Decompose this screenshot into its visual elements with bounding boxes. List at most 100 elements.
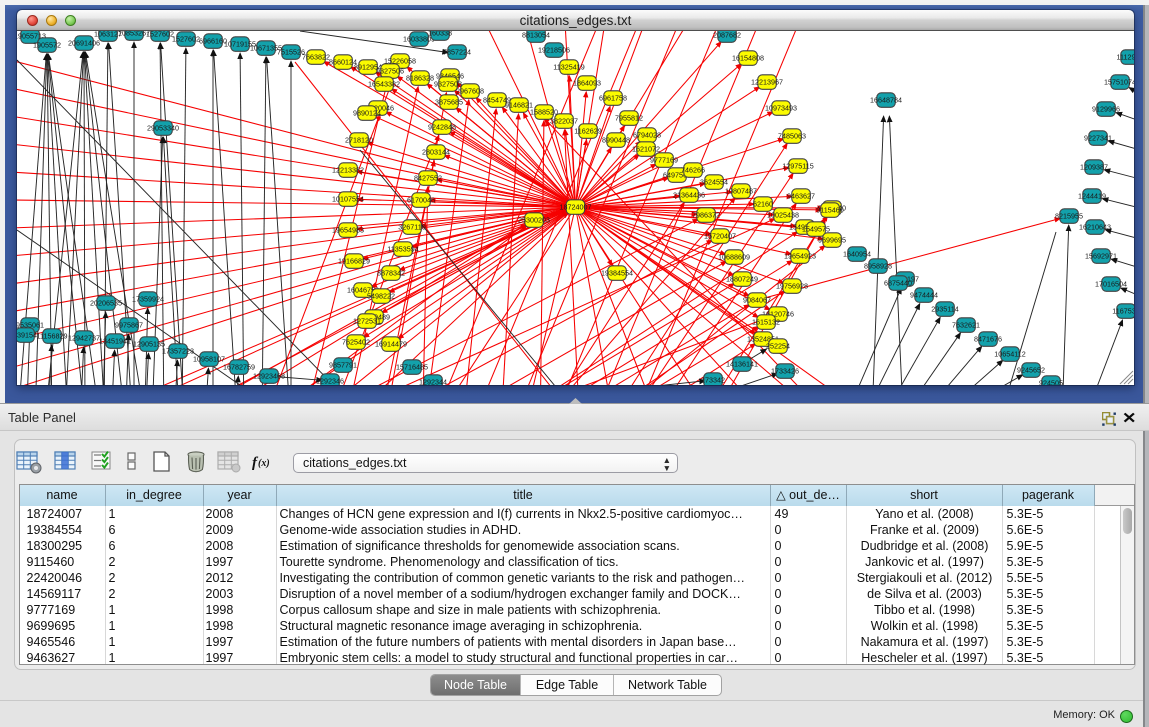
svg-text:9227341: 9227341: [1084, 134, 1112, 143]
svg-text:11353594: 11353594: [387, 245, 418, 254]
svg-text:2718120: 2718120: [345, 136, 373, 145]
svg-text:5498222: 5498222: [367, 292, 395, 301]
svg-text:12213967: 12213967: [751, 78, 783, 87]
svg-text:8427552: 8427552: [414, 174, 442, 183]
svg-text:12905135: 12905135: [133, 340, 165, 349]
svg-text:13451941: 13451941: [99, 337, 131, 346]
svg-text:20691406: 20691406: [68, 39, 100, 48]
svg-text:10973493: 10973493: [765, 104, 797, 113]
svg-text:9463627: 9463627: [787, 192, 815, 201]
svg-text:7485063: 7485063: [778, 132, 806, 141]
svg-text:7625402: 7625402: [342, 338, 370, 347]
svg-text:1112903: 1112903: [1117, 53, 1134, 62]
svg-text:9115460: 9115460: [816, 206, 843, 215]
svg-text:(x): (x): [258, 458, 270, 469]
svg-text:16154808: 16154808: [732, 54, 764, 63]
svg-text:10654112: 10654112: [994, 350, 1025, 359]
svg-text:8813054: 8813054: [522, 31, 550, 40]
svg-text:29053340: 29053340: [147, 124, 179, 133]
svg-text:21364436: 21364436: [673, 191, 705, 200]
svg-text:160338: 160338: [428, 31, 452, 38]
svg-text:9327506: 9327506: [376, 67, 404, 76]
svg-text:19218506: 19218506: [538, 46, 570, 55]
svg-text:9975867: 9975867: [115, 321, 143, 330]
svg-text:1209387: 1209387: [1080, 163, 1108, 172]
svg-text:2803144: 2803144: [422, 148, 450, 157]
svg-text:17357223: 17357223: [162, 347, 194, 356]
svg-text:3875685: 3875685: [435, 98, 463, 107]
svg-text:3267110: 3267110: [398, 223, 425, 232]
svg-text:7955812: 7955812: [615, 114, 643, 123]
svg-text:1640954: 1640954: [843, 250, 871, 259]
svg-text:7663822: 7663822: [302, 53, 330, 62]
svg-text:16543382: 16543382: [368, 80, 400, 89]
svg-text:14136141: 14136141: [726, 360, 758, 369]
svg-text:9146821: 9146821: [505, 101, 533, 110]
svg-text:8186328: 8186328: [406, 74, 434, 83]
svg-text:12213382: 12213382: [332, 166, 364, 175]
svg-text:8660124: 8660124: [329, 58, 357, 67]
svg-text:2935114: 2935114: [931, 305, 958, 314]
svg-text:9699695: 9699695: [818, 236, 846, 245]
svg-text:2967608: 2967608: [456, 87, 484, 96]
svg-text:15751074: 15751074: [1104, 78, 1134, 87]
svg-text:12923468: 12923468: [253, 372, 285, 381]
svg-text:17016504: 17016504: [1095, 280, 1127, 289]
svg-text:10807487: 10807487: [725, 187, 757, 196]
svg-text:8958928: 8958928: [864, 262, 892, 271]
svg-text:7515526: 7515526: [277, 48, 305, 57]
svg-text:6875440: 6875440: [884, 279, 912, 288]
svg-text:7857224: 7857224: [443, 48, 471, 57]
svg-text:6961758: 6961758: [599, 94, 627, 103]
svg-text:11325419: 11325419: [553, 63, 584, 72]
svg-text:1621072: 1621072: [632, 145, 660, 154]
svg-text:18807249: 18807249: [726, 275, 758, 284]
svg-text:10107554: 10107554: [332, 195, 364, 204]
svg-text:9857791: 9857791: [329, 361, 357, 370]
svg-text:9129966: 9129966: [1092, 105, 1120, 114]
svg-text:25300203: 25300203: [518, 216, 550, 225]
svg-text:1162629: 1162629: [574, 127, 601, 136]
svg-text:16210643: 16210643: [1079, 223, 1111, 232]
svg-text:10688609: 10688609: [718, 253, 750, 262]
svg-text:1292346: 1292346: [316, 377, 344, 386]
svg-text:12975115: 12975115: [782, 162, 813, 171]
svg-text:1292344: 1292344: [419, 378, 447, 386]
svg-text:1549575: 1549575: [802, 225, 830, 234]
svg-text:1588520: 1588520: [530, 108, 558, 117]
svg-text:3822037: 3822037: [550, 117, 578, 126]
svg-text:9242848: 9242848: [428, 123, 456, 132]
svg-text:15692971: 15692971: [1085, 252, 1117, 261]
svg-text:62160: 62160: [753, 200, 773, 209]
svg-text:1905572: 1905572: [33, 41, 61, 50]
svg-text:6966160: 6966160: [199, 37, 227, 46]
svg-text:1527602: 1527602: [172, 35, 200, 44]
svg-text:16648784: 16648784: [870, 96, 902, 105]
svg-text:20206535: 20206535: [90, 299, 122, 308]
svg-text:2087682: 2087682: [713, 31, 741, 40]
svg-text:12942737: 12942737: [68, 334, 100, 343]
svg-text:1167534: 1167534: [1112, 307, 1134, 316]
svg-text:16914479: 16914479: [375, 340, 407, 349]
svg-text:18724007: 18724007: [560, 203, 592, 212]
svg-text:9245652: 9245652: [1017, 366, 1045, 375]
svg-text:1864093: 1864093: [573, 79, 601, 88]
svg-text:16782759: 16782759: [223, 363, 255, 372]
svg-text:939154: 939154: [17, 331, 37, 340]
svg-text:19654923: 19654923: [784, 252, 816, 261]
svg-text:17359924: 17359924: [132, 295, 164, 304]
svg-text:746266: 746266: [681, 166, 705, 175]
svg-text:9890124: 9890124: [353, 109, 381, 118]
svg-text:6170046: 6170046: [407, 196, 435, 205]
svg-text:1527602: 1527602: [146, 31, 174, 39]
svg-text:1272531: 1272531: [353, 317, 381, 326]
svg-text:1244419: 1244419: [1078, 192, 1106, 201]
svg-text:19166829: 19166829: [338, 257, 370, 266]
svg-text:10025438: 10025438: [767, 211, 799, 220]
svg-text:6794028: 6794028: [633, 131, 661, 140]
svg-text:8878342: 8878342: [377, 269, 405, 278]
svg-text:7632621: 7632621: [952, 321, 980, 330]
svg-text:11156829: 11156829: [37, 332, 68, 341]
svg-text:15720407: 15720407: [704, 232, 736, 241]
svg-text:9084067: 9084067: [743, 296, 771, 305]
